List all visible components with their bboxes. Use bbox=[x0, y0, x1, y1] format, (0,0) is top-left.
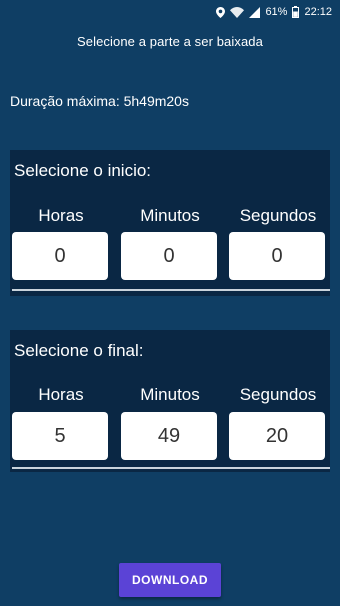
end-panel-title: Selecione o final: bbox=[14, 341, 144, 360]
signal-icon bbox=[249, 6, 261, 18]
end-hours-input[interactable]: 5 bbox=[12, 412, 108, 460]
end-time-panel: Selecione o final: Horas Minutos Segundo… bbox=[10, 330, 330, 472]
battery-percent: 61% bbox=[265, 6, 288, 18]
status-bar: 61% 22:12 bbox=[0, 0, 340, 24]
end-hours-label: Horas bbox=[38, 385, 84, 404]
start-divider bbox=[12, 289, 330, 291]
end-divider bbox=[12, 467, 330, 469]
start-minutes-input[interactable]: 0 bbox=[121, 232, 217, 280]
start-time-panel: Selecione o inicio: Horas Minutos Segund… bbox=[10, 150, 330, 296]
end-minutes-input[interactable]: 49 bbox=[121, 412, 217, 460]
end-seconds-label: Segundos bbox=[239, 385, 317, 404]
start-panel-title: Selecione o inicio: bbox=[14, 161, 152, 180]
page-title: Selecione a parte a ser baixada bbox=[77, 34, 263, 49]
max-duration-text: Duração máxima: 5h49m20s bbox=[10, 93, 189, 109]
start-hours-label: Horas bbox=[38, 206, 84, 225]
wifi-icon bbox=[230, 6, 245, 18]
start-seconds-input[interactable]: 0 bbox=[229, 232, 325, 280]
start-hours-input[interactable]: 0 bbox=[12, 232, 108, 280]
clock: 22:12 bbox=[304, 6, 332, 18]
end-seconds-input[interactable]: 20 bbox=[229, 412, 325, 460]
download-button[interactable]: DOWNLOAD bbox=[119, 563, 221, 597]
start-seconds-label: Segundos bbox=[239, 206, 317, 225]
location-icon bbox=[216, 6, 226, 18]
battery-icon bbox=[292, 6, 300, 18]
start-minutes-label: Minutos bbox=[140, 206, 200, 225]
end-minutes-label: Minutos bbox=[140, 385, 200, 404]
